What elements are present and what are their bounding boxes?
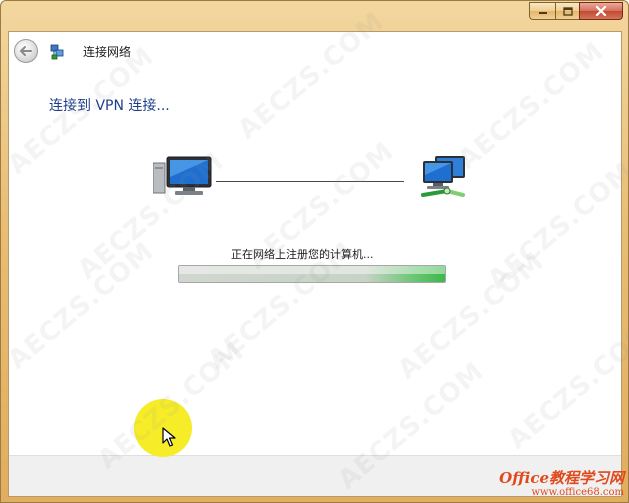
site-watermark-url: www.office68.com xyxy=(531,487,624,498)
maximize-button[interactable] xyxy=(555,2,579,20)
caption-buttons xyxy=(529,2,623,20)
close-icon xyxy=(595,6,607,16)
back-button[interactable] xyxy=(14,39,38,63)
site-watermark-logo: Office教程学习网 www.office68.com xyxy=(499,471,624,498)
site-watermark-name: Office教程学习网 xyxy=(499,469,624,487)
maximize-icon xyxy=(562,6,573,16)
minimize-icon xyxy=(538,12,547,14)
minimize-button[interactable] xyxy=(529,2,555,20)
close-button[interactable] xyxy=(579,2,623,20)
connection-line xyxy=(216,181,404,182)
window-frame: 连接网络 连接到 VPN 连接... 正在网络上注册您的计算机... AECZS… xyxy=(0,0,629,503)
back-arrow-icon xyxy=(20,46,32,56)
title-bar[interactable] xyxy=(1,1,629,31)
network-connection-icon xyxy=(50,44,64,60)
